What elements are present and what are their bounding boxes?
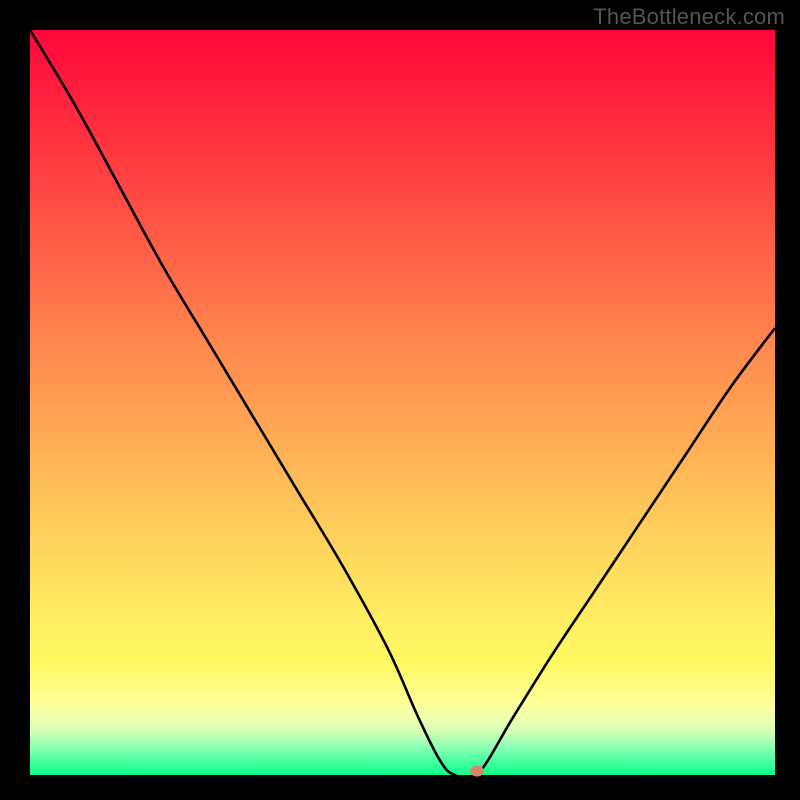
bottleneck-curve bbox=[30, 30, 775, 775]
chart-container: TheBottleneck.com bbox=[0, 0, 800, 800]
watermark-label: TheBottleneck.com bbox=[593, 4, 785, 30]
plot-area bbox=[30, 30, 775, 775]
optimal-point-marker bbox=[470, 766, 484, 777]
bottleneck-curve-svg bbox=[30, 30, 775, 775]
